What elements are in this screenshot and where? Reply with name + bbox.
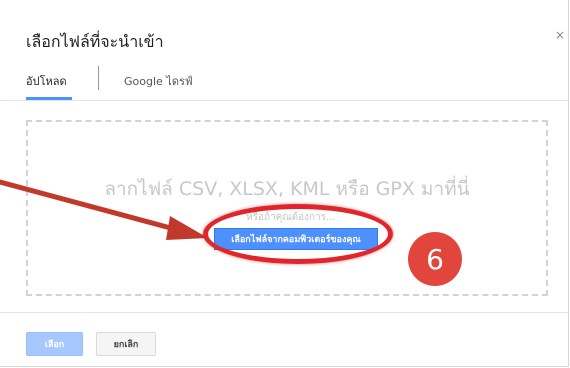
tab-upload[interactable]: อัปโหลด (26, 72, 67, 90)
tab-google-drive[interactable]: Google ไดรฟ์ (124, 72, 193, 90)
highlight-ellipse (203, 204, 393, 264)
select-button[interactable]: เลือก (26, 332, 83, 356)
step-number-badge: 6 (408, 232, 462, 286)
close-icon[interactable]: × (555, 28, 565, 42)
tab-bar: อัปโหลด Google ไดรฟ์ (0, 64, 568, 101)
tabs-divider (0, 100, 568, 101)
footer-divider (0, 312, 568, 313)
dialog-title: เลือกไฟล์ที่จะนำเข้า (26, 32, 164, 51)
tab-separator (98, 66, 99, 90)
pointer-arrow-icon (0, 179, 208, 240)
cancel-button[interactable]: ยกเลิก (96, 332, 156, 356)
